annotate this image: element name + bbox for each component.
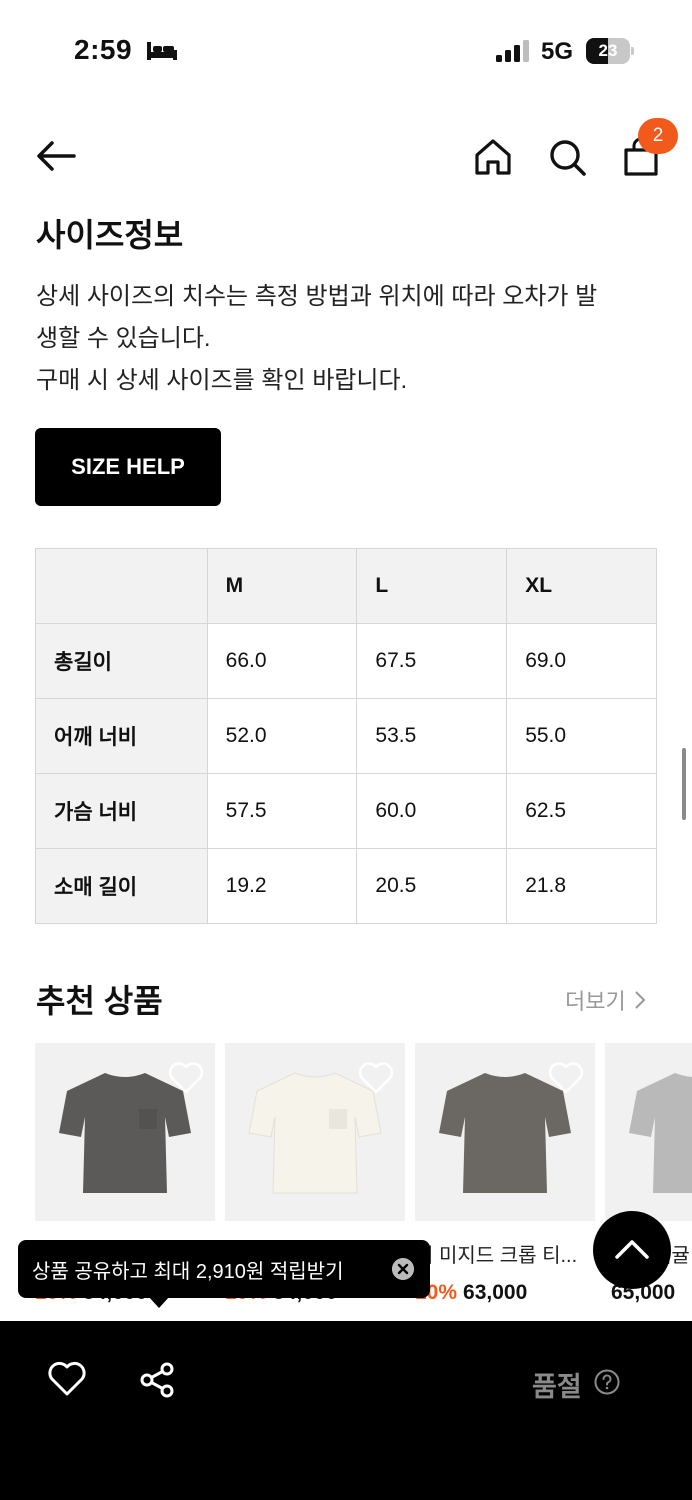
tshirt-image — [629, 1073, 692, 1193]
table-header-cell — [35, 548, 208, 624]
back-arrow-icon[interactable] — [34, 138, 78, 174]
more-label: 더보기 — [565, 989, 626, 1014]
price-value: 63,000 — [463, 1281, 528, 1304]
row-label: 총길이 — [35, 623, 208, 699]
table-cell: 52.0 — [206, 698, 358, 774]
table-cell: 57.5 — [206, 773, 358, 849]
size-help-button[interactable]: SIZE HELP — [35, 428, 221, 506]
table-header-row: M L XL — [35, 548, 657, 624]
table-row: 어깨 너비 52.0 53.5 55.0 — [35, 698, 657, 774]
size-notice: 상세 사이즈의 치수는 측정 방법과 위치에 따라 오차가 발 생할 수 있습니… — [36, 276, 666, 402]
size-info-title: 사이즈정보 — [36, 217, 184, 253]
product-image[interactable] — [35, 1043, 215, 1221]
chevron-up-icon — [615, 1240, 649, 1259]
heart-icon[interactable] — [357, 1061, 395, 1095]
toast-text: 상품 공유하고 최대 2,910원 적립받기 — [32, 1260, 344, 1283]
table-cell: 66.0 — [206, 623, 358, 699]
network-type: 5G — [541, 38, 574, 65]
help-question-icon[interactable] — [594, 1369, 620, 1395]
table-cell: 62.5 — [506, 773, 657, 849]
table-cell: 20.5 — [356, 848, 508, 924]
notice-line: 상세 사이즈의 치수는 측정 방법과 위치에 따라 오차가 발 — [36, 283, 598, 310]
battery-icon: 23 — [586, 38, 634, 64]
heart-icon[interactable] — [547, 1061, 585, 1095]
table-cell: 69.0 — [506, 623, 657, 699]
more-link[interactable]: 더보기 — [565, 984, 646, 1016]
size-table: M L XL 총길이 66.0 67.5 69.0 어깨 너비 52.0 53.… — [35, 548, 657, 924]
battery-level: 23 — [598, 41, 618, 60]
table-cell: 67.5 — [356, 623, 508, 699]
notice-line: 생할 수 있습니다. — [36, 325, 211, 352]
product-card[interactable]: 어 미지드 크롭 티... 10% 63,000 — [415, 1043, 595, 1305]
toast-pointer — [148, 1296, 170, 1308]
heart-icon[interactable] — [167, 1061, 205, 1095]
chevron-right-icon — [635, 991, 646, 1009]
table-cell: 19.2 — [206, 848, 358, 924]
product-image[interactable] — [415, 1043, 595, 1221]
row-label: 가슴 너비 — [35, 773, 208, 849]
status-bar: 2:59 5G 23 — [0, 0, 692, 100]
notice-line: 구매 시 상세 사이즈를 확인 바랍니다. — [36, 367, 408, 394]
product-price: 10% 63,000 — [415, 1281, 595, 1305]
search-icon[interactable] — [546, 136, 588, 178]
table-row: 총길이 66.0 67.5 69.0 — [35, 623, 657, 699]
table-row: 소매 길이 19.2 20.5 21.8 — [35, 848, 657, 924]
table-header-cell: M — [206, 548, 358, 624]
row-label: 어깨 너비 — [35, 698, 208, 774]
table-cell: 53.5 — [356, 698, 508, 774]
status-time: 2:59 — [74, 34, 133, 65]
table-row: 가슴 너비 57.5 60.0 62.5 — [35, 773, 657, 849]
bottom-action-bar: 품절 — [0, 1321, 692, 1500]
product-name[interactable]: 어 미지드 크롭 티... — [415, 1239, 595, 1267]
product-image[interactable] — [225, 1043, 405, 1221]
top-nav: 2 — [0, 118, 692, 198]
share-reward-toast[interactable]: 상품 공유하고 최대 2,910원 적립받기 — [18, 1240, 430, 1308]
sold-out-label: 품절 — [532, 1372, 582, 1402]
table-header-cell: XL — [506, 548, 657, 624]
share-icon[interactable] — [138, 1361, 176, 1399]
product-image[interactable] — [605, 1043, 692, 1221]
table-header-cell: L — [356, 548, 508, 624]
close-icon[interactable] — [392, 1258, 414, 1280]
sleep-bed-icon — [147, 42, 177, 60]
wishlist-heart-icon[interactable] — [48, 1361, 86, 1397]
signal-icon — [496, 40, 529, 62]
scroll-top-button[interactable] — [593, 1211, 671, 1289]
home-icon[interactable] — [472, 136, 514, 178]
table-cell: 60.0 — [356, 773, 508, 849]
scrollbar[interactable] — [682, 748, 686, 820]
recommended-title: 추천 상품 — [36, 983, 163, 1019]
table-cell: 55.0 — [506, 698, 657, 774]
table-cell: 21.8 — [506, 848, 657, 924]
row-label: 소매 길이 — [35, 848, 208, 924]
cart-count-badge: 2 — [638, 118, 678, 154]
